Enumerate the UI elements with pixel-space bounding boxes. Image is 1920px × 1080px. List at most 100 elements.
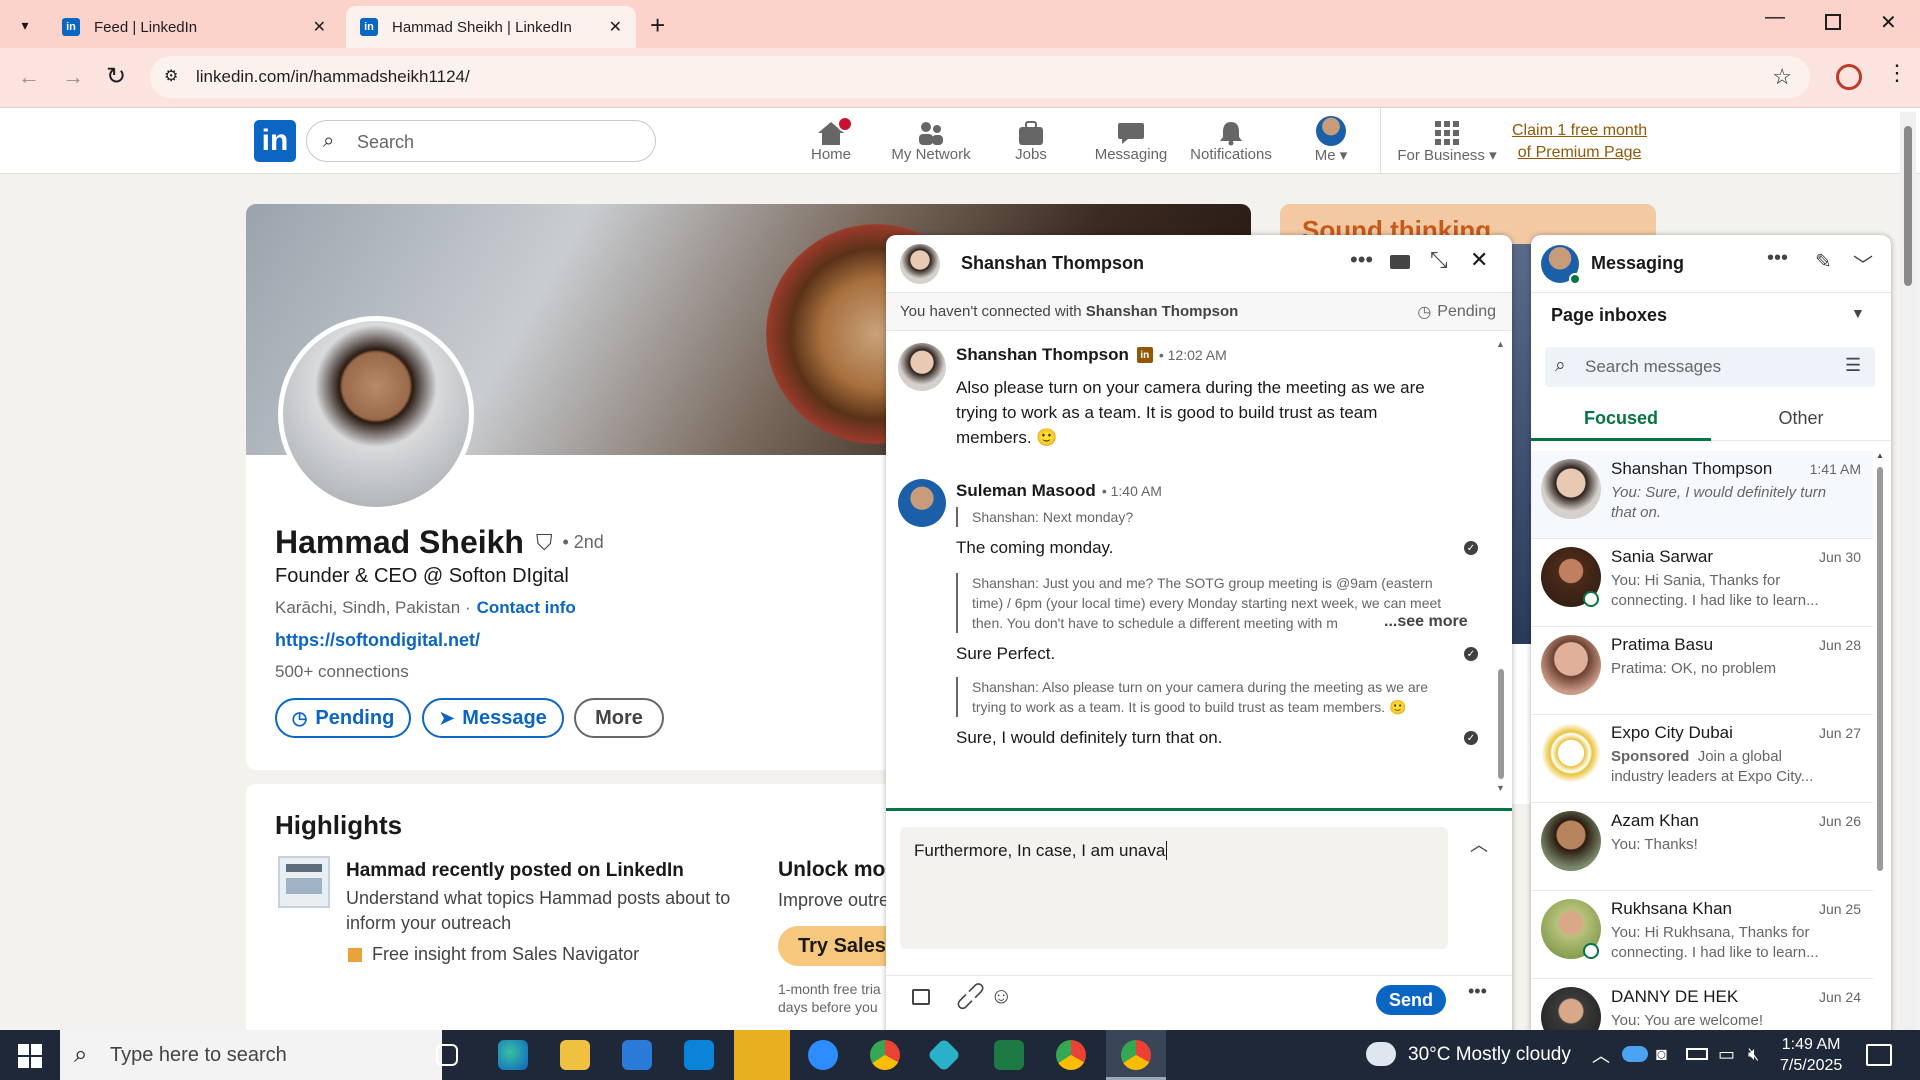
close-conversation-icon[interactable]: ✕ [1470,247,1488,273]
inbox-dropdown-icon[interactable]: ▼ [1851,305,1865,321]
tab-focused[interactable]: Focused [1531,395,1711,441]
attach-image-icon[interactable] [912,989,930,1005]
contact-name[interactable]: Shanshan Thompson [961,253,1144,274]
notifications-center-icon[interactable] [1866,1044,1892,1066]
message-scrollbar[interactable]: ▲ ▼ [1496,339,1505,793]
search-icon: ⌕ [74,1041,88,1068]
close-tab-icon[interactable]: ✕ [609,17,622,37]
linkedin-logo-icon[interactable]: in [254,120,296,162]
messaging-header[interactable]: Messaging ••• ✎ ﹀ [1531,235,1891,293]
emoji-icon[interactable]: ☺ [990,983,1012,1009]
bookmark-star-icon[interactable]: ☆ [1772,56,1792,98]
sticky-notes-icon[interactable] [734,1030,790,1080]
tab-feed[interactable]: in Feed | LinkedIn ✕ [48,6,340,48]
message-input[interactable]: Furthermore, In case, I am unava [900,827,1448,949]
chrome-icon[interactable] [870,1040,900,1070]
post-title[interactable]: Hammad recently posted on LinkedIn [346,860,684,882]
reload-icon[interactable]: ↻ [106,62,126,91]
onedrive-icon[interactable] [1622,1046,1648,1062]
battery-icon[interactable] [1686,1048,1708,1060]
app-icon[interactable] [927,1038,961,1072]
conversation-item[interactable]: Rukhsana Khan Jun 25 You: Hi Rukhsana, T… [1531,891,1873,979]
tab-profile[interactable]: in Hammad Sheikh | LinkedIn ✕ [346,6,636,48]
profile-photo[interactable] [278,316,474,512]
sender-name[interactable]: Shanshan Thompson [956,345,1129,365]
show-hidden-icons[interactable]: ︿ [1592,1042,1610,1068]
filter-icon[interactable]: ☰ [1845,355,1861,376]
back-icon[interactable]: ← [18,64,40,90]
camera-icon[interactable]: ◙ [1656,1044,1667,1065]
minimize-button[interactable]: — [1765,6,1785,29]
browser-menu-icon[interactable]: ⋮ [1886,60,1908,86]
clock[interactable]: 1:49 AM 7/5/2025 [1780,1034,1842,1076]
file-explorer-icon[interactable] [560,1040,590,1070]
network-icon[interactable]: ▭ [1718,1044,1735,1065]
nav-messaging[interactable]: Messaging [1081,116,1181,163]
nav-jobs[interactable]: Jobs [981,116,1081,163]
search-box[interactable]: ⌕ Search [306,120,656,162]
messaging-search-box[interactable]: ⌕ Search messages ☰ [1545,347,1875,387]
more-button[interactable]: More [574,698,664,738]
active-chrome-taskbar-item[interactable] [1106,1030,1166,1080]
conversation-list[interactable]: Shanshan Thompson 1:41 AM You: Sure, I w… [1531,451,1873,1080]
excel-icon[interactable] [994,1040,1024,1070]
conversation-header[interactable]: Shanshan Thompson ••• ⤡ ✕ [886,235,1512,293]
website-link[interactable]: https://softondigital.net/ [275,630,480,651]
store-icon[interactable] [622,1040,652,1070]
nav-me[interactable]: Me ▾ [1281,116,1381,164]
conversation-item[interactable]: Pratima Basu Jun 28 Pratima: OK, no prob… [1531,627,1873,715]
see-more-link[interactable]: ...see more [1380,613,1468,631]
task-view-icon[interactable] [436,1044,458,1066]
premium-link[interactable]: Claim 1 free month of Premium Page [1512,120,1647,164]
sender-avatar[interactable] [898,343,946,391]
message-button[interactable]: ➤ Message [422,698,564,738]
nav-for-business[interactable]: For Business ▾ [1392,116,1502,164]
sender-avatar[interactable] [898,479,946,527]
mail-icon[interactable] [684,1040,714,1070]
send-button[interactable]: Send [1376,985,1446,1015]
nav-notifications[interactable]: Notifications [1181,116,1281,163]
collapse-icon[interactable]: ⤡ [1430,247,1448,273]
sender-name[interactable]: Suleman Masood [956,481,1096,501]
url-field[interactable]: ⚙ linkedin.com/in/hammadsheikh1124/ ☆ [150,56,1810,98]
profile-icon[interactable] [1836,64,1862,90]
nav-home[interactable]: Home [781,116,881,163]
contact-avatar[interactable] [900,244,940,284]
messaging-more-icon[interactable]: ••• [1767,247,1788,270]
close-window-button[interactable]: ✕ [1880,10,1897,35]
conversation-item[interactable]: Azam Khan Jun 26 You: Thanks! [1531,803,1873,891]
pending-button[interactable]: ◷ Pending [275,698,411,738]
tab-other[interactable]: Other [1711,395,1891,441]
weather-icon[interactable] [1366,1042,1396,1066]
chrome-icon[interactable] [1056,1040,1086,1070]
contact-info-link[interactable]: Contact info [477,598,576,618]
windows-start-icon[interactable] [18,1044,42,1068]
conversation-item[interactable]: Expo City Dubai Jun 27 Sponsored Join a … [1531,715,1873,803]
site-info-icon[interactable]: ⚙ [164,56,178,98]
maximize-button[interactable] [1825,14,1841,30]
conversation-item[interactable]: Sania Sarwar Jun 30 You: Hi Sania, Thank… [1531,539,1873,627]
nav-my-network[interactable]: My Network [881,116,981,163]
compose-icon[interactable]: ✎ [1815,249,1832,274]
verified-icon[interactable]: ⛉ [536,530,553,556]
page-scrollbar[interactable] [1900,112,1916,1030]
zoom-icon[interactable] [808,1040,838,1070]
conversation-list-scrollbar[interactable]: ▲ ▼ [1876,451,1884,1080]
weather-text[interactable]: 30°C Mostly cloudy [1408,1044,1571,1066]
volume-muted-icon[interactable]: 🔇︎ [1748,1044,1759,1065]
chevron-down-icon[interactable]: ﹀ [1853,249,1873,278]
page-inboxes-label[interactable]: Page inboxes [1551,305,1667,326]
close-tab-icon[interactable]: ✕ [313,17,326,37]
edge-icon[interactable] [498,1040,528,1070]
expand-composer-icon[interactable]: ︿ [1470,831,1488,857]
conversation-snippet: Sponsored Join a global industry leaders… [1611,747,1836,787]
conversation-item[interactable]: Shanshan Thompson 1:41 AM You: Sure, I w… [1531,451,1873,539]
send-options-icon[interactable]: ••• [1468,981,1487,1002]
forward-icon[interactable]: → [62,64,84,90]
avatar [1541,459,1601,519]
video-call-icon[interactable] [1390,255,1410,269]
taskbar-search[interactable]: ⌕ Type here to search [60,1030,442,1080]
more-options-icon[interactable]: ••• [1350,247,1373,273]
new-tab-button[interactable]: + [650,10,665,41]
tab-list-icon[interactable]: ▾ [12,12,38,38]
